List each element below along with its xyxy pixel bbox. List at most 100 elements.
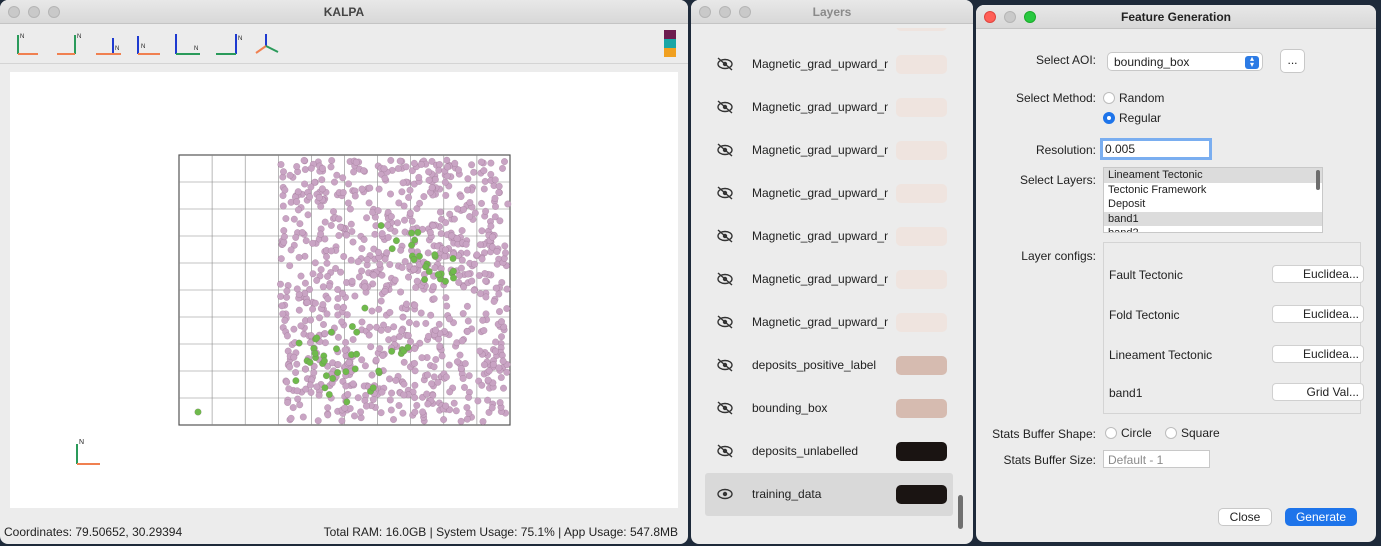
- resolution-input[interactable]: 0.005: [1100, 138, 1212, 160]
- layer-color-swatch[interactable]: [896, 270, 947, 289]
- usage-readout: Total RAM: 16.0GB | System Usage: 75.1% …: [323, 525, 678, 539]
- map-point: [292, 233, 300, 241]
- layer-row[interactable]: training_data: [705, 473, 953, 516]
- map-point: [290, 215, 298, 223]
- map-point: [377, 409, 385, 417]
- axis-3d-icon[interactable]: [252, 30, 282, 58]
- layer-row[interactable]: Magnetic_grad_upward_n2: [705, 86, 953, 129]
- map-point: [378, 271, 386, 279]
- eye-slash-icon[interactable]: [715, 98, 735, 116]
- eye-slash-icon[interactable]: [715, 227, 735, 245]
- map-point: [362, 402, 370, 410]
- config-method-button[interactable]: Euclidea...: [1272, 305, 1364, 323]
- map-point: [452, 407, 460, 415]
- eye-icon[interactable]: [715, 485, 735, 503]
- buffer-circle-radio[interactable]: [1105, 427, 1117, 439]
- scrollbar-thumb[interactable]: [958, 495, 963, 529]
- layers-listbox[interactable]: Lineament Tectonic Tectonic Framework Depo…: [1103, 167, 1323, 233]
- layer-row[interactable]: Magnetic_grad_upward_n2: [705, 172, 953, 215]
- layer-row[interactable]: Magnetic_grad_upward_n2: [705, 215, 953, 258]
- aoi-more-button[interactable]: ...: [1280, 49, 1305, 73]
- method-regular-radio[interactable]: [1103, 112, 1115, 124]
- layer-row[interactable]: deposits_positive_label: [705, 344, 953, 387]
- config-method-button[interactable]: Euclidea...: [1272, 265, 1364, 283]
- layer-color-swatch[interactable]: [896, 184, 947, 203]
- map-point: [417, 309, 425, 317]
- map-point: [350, 168, 358, 176]
- axis-xz-icon[interactable]: N: [12, 30, 42, 58]
- layer-row[interactable]: deposits_unlabelled: [705, 430, 953, 473]
- map-point: [457, 417, 465, 425]
- layer-option[interactable]: band1: [1104, 211, 1322, 226]
- layer-color-swatch[interactable]: [896, 28, 947, 31]
- buffer-square-radio[interactable]: [1165, 427, 1177, 439]
- layer-scrollbar[interactable]: [956, 28, 965, 534]
- map-point: [481, 177, 489, 185]
- layer-color-swatch[interactable]: [896, 227, 947, 246]
- layer-color-swatch[interactable]: [896, 98, 947, 117]
- eye-slash-icon[interactable]: [715, 399, 735, 417]
- layer-option[interactable]: Deposit: [1104, 197, 1322, 212]
- layer-option[interactable]: band2: [1104, 226, 1322, 232]
- feature-titlebar: Feature Generation: [976, 5, 1376, 29]
- layer-row[interactable]: Magnetic_grad_upward_n2: [705, 28, 953, 43]
- axis-north-up-icon[interactable]: N: [212, 30, 242, 58]
- listbox-scrollbar-thumb[interactable]: [1316, 170, 1320, 190]
- map-point: [470, 260, 479, 268]
- map-point: [327, 328, 335, 336]
- map-point: [358, 356, 366, 364]
- eye-slash-icon[interactable]: [715, 270, 735, 288]
- generate-button[interactable]: Generate: [1285, 508, 1357, 526]
- layer-row[interactable]: Magnetic_grad_upward_n2: [705, 43, 953, 86]
- layer-color-swatch[interactable]: [896, 141, 947, 160]
- map-point: [387, 213, 395, 221]
- layer-color-swatch[interactable]: [896, 399, 947, 418]
- layer-list[interactable]: Magnetic_grad_upward_n2 Magnetic_grad_upw…: [705, 28, 953, 534]
- eye-slash-icon[interactable]: [715, 442, 735, 460]
- eye-slash-icon[interactable]: [715, 28, 735, 30]
- map-point: [405, 319, 413, 327]
- map-point: [368, 371, 376, 379]
- layer-name: Magnetic_grad_upward_n2: [752, 143, 888, 157]
- layer-option[interactable]: Lineament Tectonic: [1104, 168, 1322, 183]
- eye-slash-icon[interactable]: [715, 184, 735, 202]
- layer-name: Magnetic_grad_upward_n2: [752, 229, 888, 243]
- axis-yz-icon[interactable]: N: [53, 30, 83, 58]
- layer-row[interactable]: Magnetic_grad_upward_n2: [705, 301, 953, 344]
- map-point: [354, 394, 362, 402]
- method-random-radio[interactable]: [1103, 92, 1115, 104]
- layer-color-swatch[interactable]: [896, 55, 947, 74]
- map-point: [411, 408, 419, 416]
- layer-row[interactable]: bounding_box: [705, 387, 953, 430]
- axis-nx-icon[interactable]: N: [132, 30, 162, 58]
- svg-text:N: N: [194, 46, 198, 52]
- map-canvas[interactable]: N: [10, 72, 678, 508]
- config-method-button[interactable]: Euclidea...: [1272, 345, 1364, 363]
- map-view[interactable]: N: [10, 72, 678, 508]
- config-method-button[interactable]: Grid Val...: [1272, 383, 1364, 401]
- layer-color-swatch[interactable]: [896, 356, 947, 375]
- svg-text:N: N: [77, 34, 81, 40]
- map-point: [491, 202, 500, 211]
- layer-color-swatch[interactable]: [896, 442, 947, 461]
- eye-slash-icon[interactable]: [715, 55, 735, 73]
- eye-slash-icon[interactable]: [715, 356, 735, 374]
- buffer-size-input[interactable]: Default - 1: [1103, 450, 1210, 468]
- layer-option[interactable]: Tectonic Framework: [1104, 183, 1322, 198]
- close-button[interactable]: Close: [1218, 508, 1272, 526]
- map-point: [480, 185, 488, 193]
- eye-slash-icon[interactable]: [715, 313, 735, 331]
- map-point: [410, 265, 418, 273]
- layer-color-swatch[interactable]: [896, 485, 947, 504]
- map-point: [321, 218, 329, 226]
- map-point: [401, 257, 409, 266]
- map-point: [489, 361, 498, 369]
- eye-slash-icon[interactable]: [715, 141, 735, 159]
- axis-north-east-icon[interactable]: N: [172, 30, 202, 58]
- layer-color-swatch[interactable]: [896, 313, 947, 332]
- layer-row[interactable]: Magnetic_grad_upward_n2: [705, 258, 953, 301]
- layer-row[interactable]: Magnetic_grad_upward_n2: [705, 129, 953, 172]
- axis-xn-icon[interactable]: N: [93, 30, 123, 58]
- map-point: [457, 364, 465, 373]
- aoi-select[interactable]: bounding_box ▴ ▾: [1107, 52, 1263, 71]
